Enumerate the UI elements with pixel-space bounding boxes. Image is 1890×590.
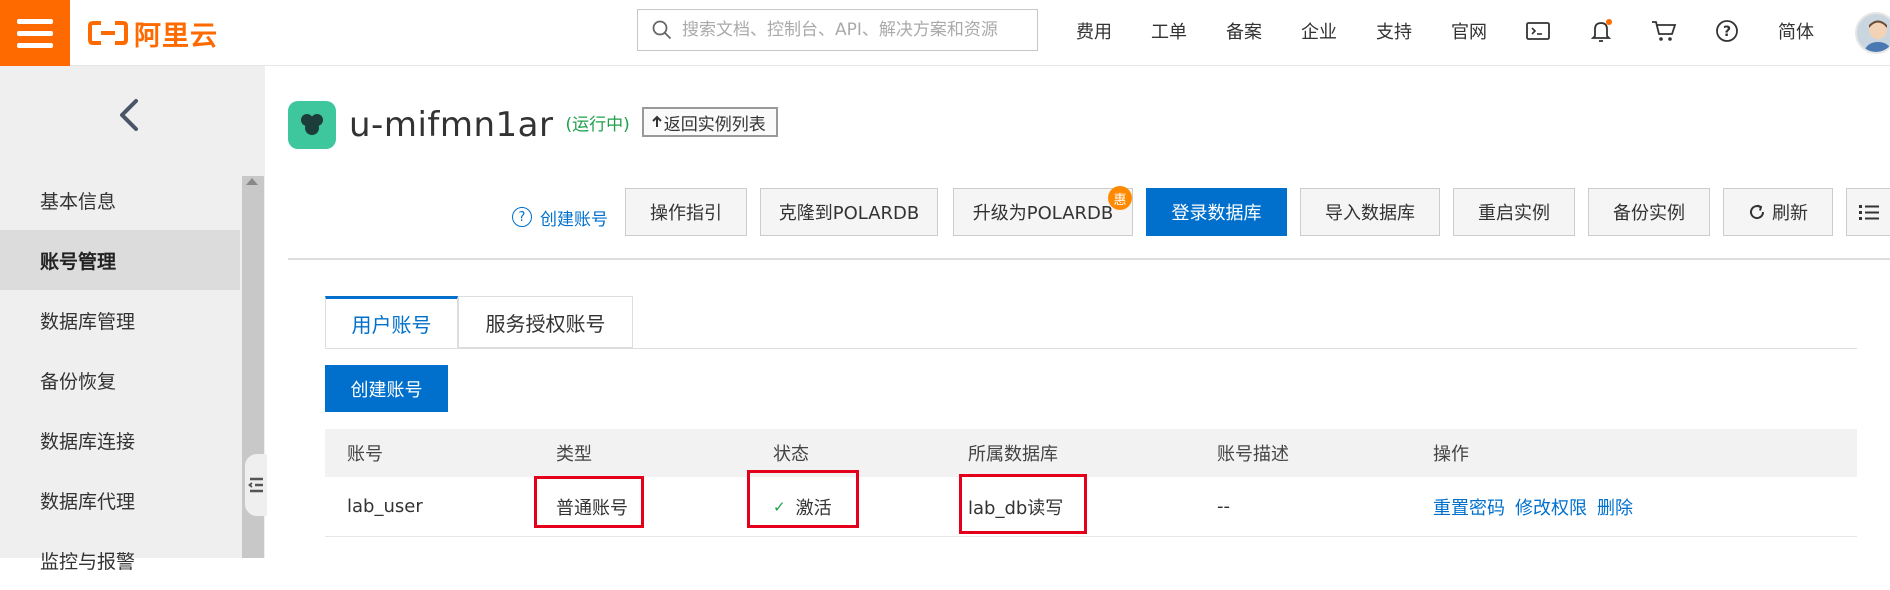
restart-instance-button[interactable]: 重启实例	[1453, 188, 1575, 236]
sidebar-item-database-connection[interactable]: 数据库连接	[0, 410, 240, 470]
login-database-button[interactable]: 登录数据库	[1146, 188, 1287, 236]
column-header-database: 所属数据库	[968, 444, 1058, 465]
collapse-list-icon	[248, 477, 263, 493]
search-input[interactable]	[682, 20, 1022, 40]
aliyun-logo[interactable]: 阿里云	[88, 13, 218, 53]
nav-official-site[interactable]: 官网	[1451, 0, 1487, 62]
backup-instance-button[interactable]: 备份实例	[1588, 188, 1710, 236]
highlight-box-type	[534, 476, 644, 528]
column-header-type: 类型	[556, 444, 592, 465]
header-divider	[288, 258, 1890, 260]
refresh-icon	[1750, 204, 1765, 220]
mysql-instance-icon	[288, 101, 336, 149]
nav-filing[interactable]: 备案	[1226, 0, 1262, 62]
menu-line	[17, 42, 53, 48]
sidebar-item-monitoring-alarm[interactable]: 监控与报警	[0, 530, 240, 590]
clone-to-polardb-button[interactable]: 克隆到POLARDB	[760, 188, 938, 236]
nav-ticket[interactable]: 工单	[1151, 0, 1187, 62]
nav-fee[interactable]: 费用	[1076, 0, 1112, 62]
tab-user-accounts[interactable]: 用户账号	[325, 296, 458, 348]
create-account-button[interactable]: 创建账号	[325, 365, 448, 412]
tab-underline	[325, 348, 1857, 349]
logo-text: 阿里云	[134, 20, 218, 52]
search-box[interactable]	[637, 9, 1038, 51]
avatar[interactable]	[1855, 12, 1890, 54]
bell-icon[interactable]	[1581, 0, 1621, 62]
question-circle-icon: ?	[512, 207, 532, 227]
highlight-box-database	[959, 474, 1087, 534]
promo-badge: 惠	[1108, 186, 1132, 210]
menu-line	[17, 30, 53, 36]
column-header-description: 账号描述	[1217, 444, 1289, 465]
terminal-icon[interactable]	[1518, 0, 1558, 62]
sidebar-item-basic-info[interactable]: 基本信息	[0, 170, 240, 230]
table-header: 账号 类型 状态 所属数据库 账号描述 操作	[325, 429, 1857, 477]
cart-icon[interactable]	[1644, 0, 1684, 62]
language-switch[interactable]: 简体	[1778, 0, 1814, 62]
back-to-list-button[interactable]: 返回实例列表	[641, 107, 778, 137]
upgrade-to-polardb-button[interactable]: 升级为POLARDB	[953, 188, 1133, 236]
hamburger-menu-button[interactable]	[0, 0, 70, 66]
import-database-button[interactable]: 导入数据库	[1300, 188, 1440, 236]
list-view-icon	[1858, 205, 1879, 220]
aliyun-logo-icon	[88, 21, 128, 45]
cell-actions: 重置密码 修改权限 删除	[1433, 477, 1643, 536]
operation-guide-button[interactable]: 操作指引	[625, 188, 747, 236]
column-header-actions: 操作	[1433, 444, 1469, 465]
top-bar: 阿里云 费用 工单 备案 企业 支持 官网	[0, 0, 1890, 66]
modify-permissions-link[interactable]: 修改权限	[1515, 494, 1587, 520]
instance-status: (运行中)	[565, 114, 630, 135]
svg-text:?: ?	[1723, 24, 1731, 40]
cell-description: --	[1217, 496, 1230, 517]
create-account-help-link[interactable]: ? 创建账号	[512, 202, 608, 232]
help-icon[interactable]: ?	[1707, 0, 1747, 62]
nav-enterprise[interactable]: 企业	[1301, 0, 1337, 62]
sidebar-item-database-proxy[interactable]: 数据库代理	[0, 470, 240, 530]
tab-service-authorized-accounts[interactable]: 服务授权账号	[458, 296, 633, 348]
nav-support[interactable]: 支持	[1376, 0, 1412, 62]
help-link-label: 创建账号	[540, 209, 608, 230]
reset-password-link[interactable]: 重置密码	[1433, 494, 1505, 520]
search-icon	[652, 20, 672, 40]
sidebar-collapse-toggle[interactable]	[245, 454, 267, 516]
refresh-label: 刷新	[1772, 203, 1808, 224]
sidebar-item-backup-restore[interactable]: 备份恢复	[0, 350, 240, 410]
cell-account: lab_user	[347, 496, 423, 517]
column-header-account: 账号	[347, 444, 383, 465]
back-arrow-icon[interactable]	[118, 98, 140, 136]
menu-line	[17, 18, 53, 24]
sidebar-item-database-management[interactable]: 数据库管理	[0, 290, 240, 350]
back-to-list-label: 返回实例列表	[663, 114, 766, 135]
instance-header: u-mifmn1ar (运行中) 返回实例列表	[288, 100, 778, 150]
instance-name: u-mifmn1ar	[349, 105, 554, 145]
up-arrow-icon	[652, 115, 662, 127]
sidebar: 基本信息 账号管理 数据库管理 备份恢复 数据库连接 数据库代理 监控与报警	[0, 66, 267, 573]
sidebar-item-account-management[interactable]: 账号管理	[0, 230, 240, 290]
refresh-button[interactable]: 刷新	[1723, 188, 1833, 236]
list-view-button[interactable]	[1846, 188, 1890, 236]
highlight-box-status	[747, 470, 859, 528]
delete-link[interactable]: 删除	[1597, 494, 1633, 520]
scroll-up-arrow-icon[interactable]	[246, 178, 258, 185]
